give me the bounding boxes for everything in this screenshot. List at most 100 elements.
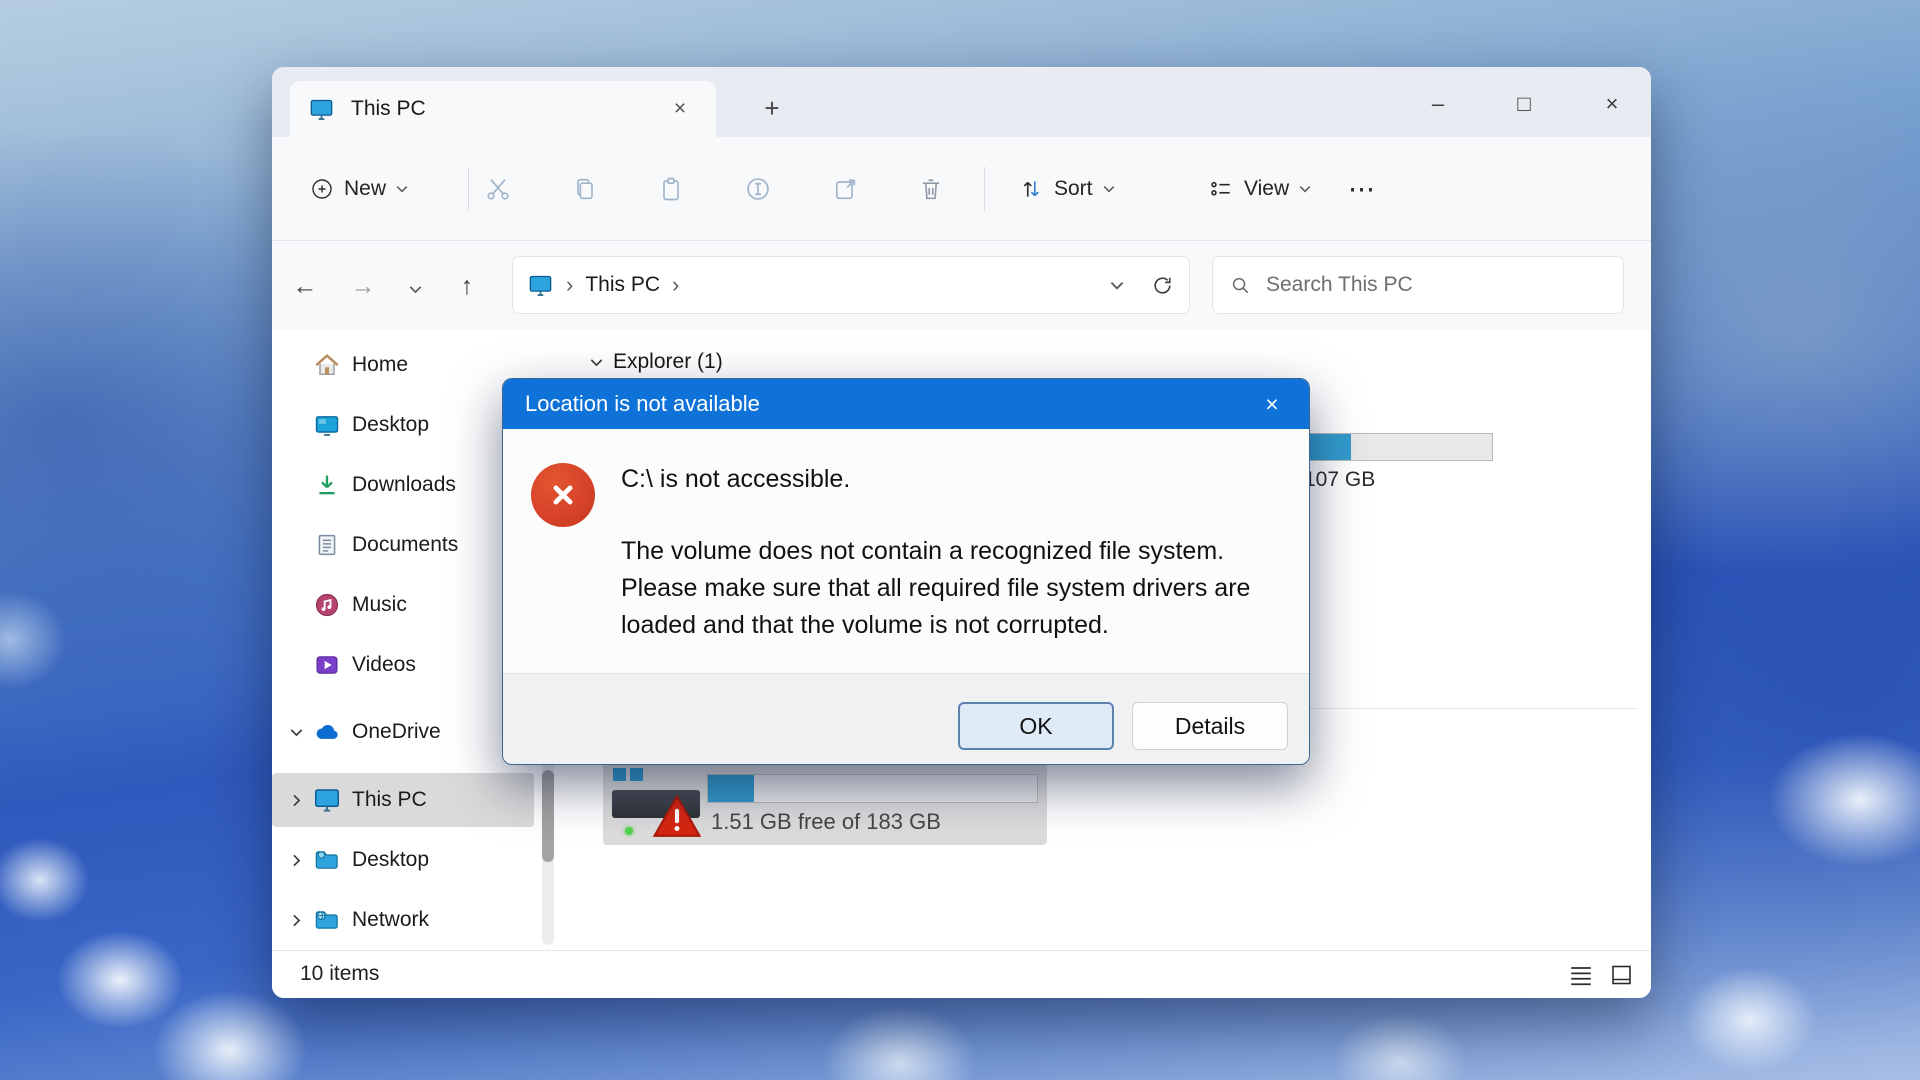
address-bar: ← → ↑ › This PC › [272,241,1651,330]
onedrive-icon [312,717,342,747]
downloads-icon [312,470,342,500]
drive-icon-fragment [613,768,626,781]
dialog-message-line: loaded and that the volume is not corrup… [621,607,1250,644]
drive-tile-selected[interactable]: 1.51 GB free of 183 GB [603,763,1047,845]
view-button[interactable]: View [1198,163,1321,215]
breadcrumb-this-pc[interactable]: This PC [585,273,660,297]
dialog-close-button[interactable]: × [1251,387,1293,421]
dialog-title: Location is not available [525,391,760,417]
new-button-label: New [344,177,386,201]
view-button-label: View [1244,177,1289,201]
music-icon [312,590,342,620]
sidebar-item-network[interactable]: Network [272,893,534,947]
toolbar-divider [984,167,985,211]
new-button[interactable]: New [300,163,418,215]
sort-button-label: Sort [1054,177,1093,201]
sidebar-item-onedrive[interactable]: OneDrive [272,705,534,759]
sidebar-item-this-pc[interactable]: This PC [272,773,534,827]
sidebar-item-label: Videos [352,653,416,677]
large-icons-view-button[interactable] [1606,961,1636,989]
drive-size-label: 107 GB [1304,468,1375,492]
dialog-footer: OK Details [503,673,1309,765]
breadcrumb-separator: › [566,272,573,298]
search-icon [1229,274,1252,297]
drive-capacity-fill [708,775,754,802]
new-plus-icon [310,177,334,201]
items-count-label: 10 items [300,962,379,986]
search-field[interactable] [1212,256,1624,314]
breadcrumb[interactable]: › This PC › [512,256,1190,314]
sidebar-item-label: Home [352,353,408,377]
back-button[interactable]: ← [282,263,328,309]
sidebar-scrollbar-thumb[interactable] [542,770,554,862]
error-dialog: Location is not available × C:\ is not a… [502,378,1310,765]
videos-icon [312,650,342,680]
sidebar-item-label: Network [352,908,429,932]
desktop-wallpaper: This PC × + – □ × New [0,0,1920,1080]
monitor-icon [312,785,342,815]
details-view-icon [1568,964,1594,986]
search-input[interactable] [1266,273,1607,297]
sidebar-item-label: This PC [352,788,427,812]
network-folder-icon [312,905,342,935]
documents-icon [312,530,342,560]
toolbar-divider [468,167,469,211]
maximize-button[interactable]: □ [1496,85,1552,123]
sidebar-item-documents[interactable]: Documents [272,518,534,572]
paste-button[interactable] [643,163,699,215]
tab-title: This PC [351,97,662,121]
tab-close-icon[interactable]: × [662,91,698,127]
share-button[interactable] [817,163,873,215]
new-tab-button[interactable]: + [750,89,794,129]
monitor-icon [308,96,335,123]
sidebar-item-music[interactable]: Music [272,578,534,632]
dialog-title-bar[interactable]: Location is not available [503,379,1309,429]
sidebar-item-desktop-folder[interactable]: Desktop [272,833,534,887]
sort-icon [1018,176,1044,202]
dialog-heading: C:\ is not accessible. [621,465,850,494]
see-more-button[interactable]: ⋯ [1338,163,1385,215]
sidebar-item-downloads[interactable]: Downloads [272,458,534,512]
details-view-button[interactable] [1566,961,1596,989]
tab-this-pc[interactable]: This PC × [290,81,716,137]
sidebar-item-label: Documents [352,533,458,557]
details-button[interactable]: Details [1132,702,1288,750]
dialog-message-line: Please make sure that all required file … [621,570,1250,607]
dialog-message: The volume does not contain a recognized… [621,533,1250,644]
sidebar-item-desktop[interactable]: Desktop [272,398,534,452]
cut-button[interactable] [470,163,526,215]
drive-free-space-label: 1.51 GB free of 183 GB [711,809,941,835]
dialog-body: C:\ is not accessible. The volume does n… [503,429,1309,673]
monitor-icon [527,272,554,299]
folder-icon [312,845,342,875]
close-window-button[interactable]: × [1584,85,1640,123]
chevron-down-icon [290,728,303,737]
view-icon [1208,176,1234,202]
ok-button[interactable]: OK [958,702,1114,750]
sidebar-item-label: Music [352,593,407,617]
chevron-down-icon [1299,185,1311,193]
minimize-button[interactable]: – [1410,85,1466,123]
sort-button[interactable]: Sort [1008,163,1125,215]
recent-locations-button[interactable] [392,263,438,309]
rename-button[interactable] [730,163,786,215]
chevron-down-icon [409,285,422,294]
sidebar-item-label: OneDrive [352,720,441,744]
breadcrumb-separator: › [672,272,679,298]
copy-button[interactable] [557,163,613,215]
chevron-down-icon[interactable] [1110,281,1124,290]
tab-bar: This PC × + – □ × [272,67,1651,137]
up-button[interactable]: ↑ [444,263,490,309]
sidebar-item-videos[interactable]: Videos [272,638,534,692]
rename-icon [744,175,772,203]
sidebar-item-label: Downloads [352,473,456,497]
drive-capacity-bar [707,774,1038,803]
chevron-right-icon [292,854,301,867]
delete-button[interactable] [903,163,959,215]
group-header-explorer[interactable]: Explorer (1) [590,350,723,374]
desktop-icon [312,410,342,440]
forward-button[interactable]: → [340,263,386,309]
refresh-icon[interactable] [1150,273,1175,298]
home-icon [312,350,342,380]
sidebar-item-home[interactable]: Home [272,338,534,392]
